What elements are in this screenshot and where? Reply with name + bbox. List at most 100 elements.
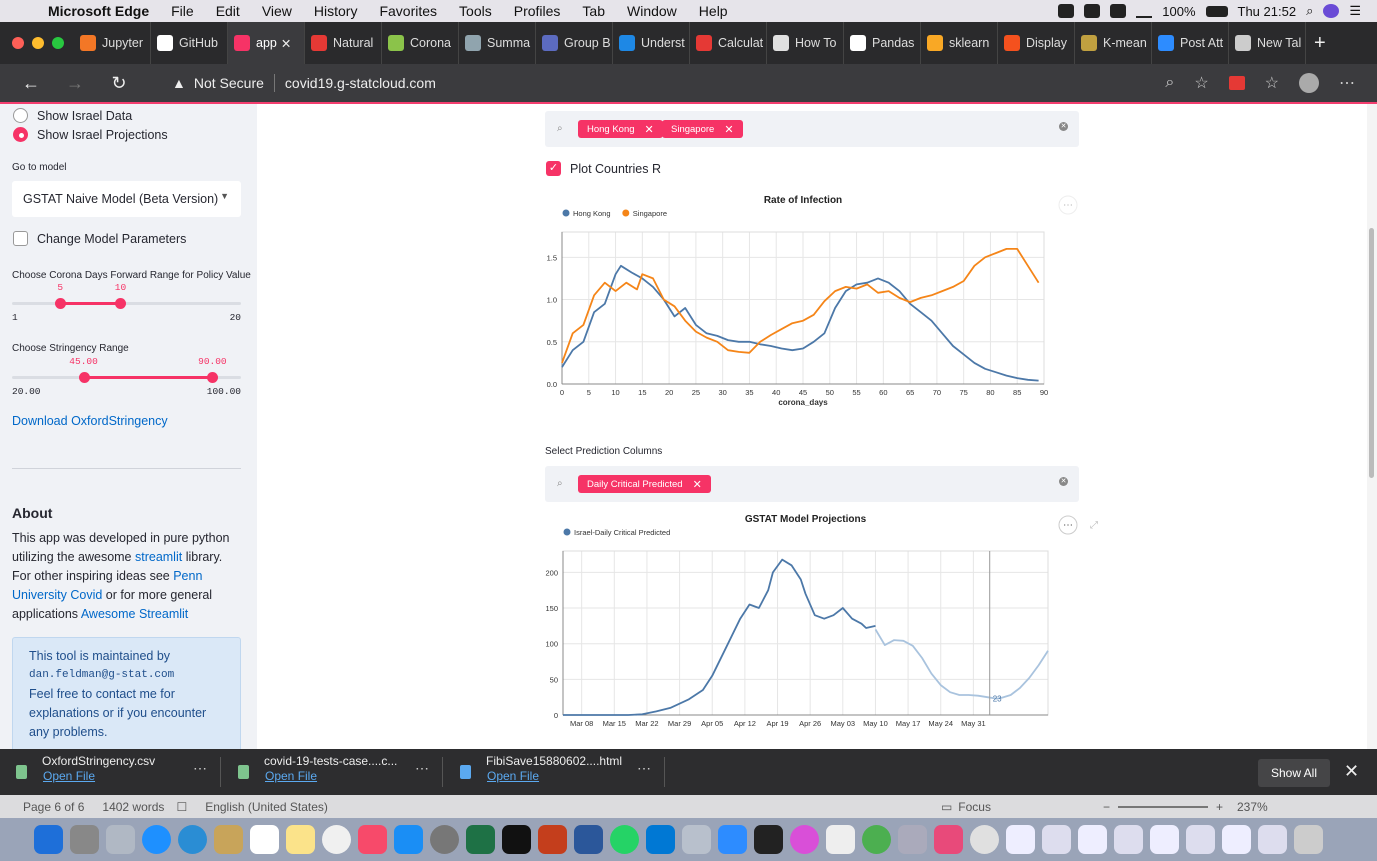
flower-app-icon[interactable]	[790, 825, 819, 854]
tab-k-mean[interactable]: K-mean	[1075, 22, 1152, 64]
tab-natural[interactable]: Natural	[305, 22, 382, 64]
menu-edit[interactable]: Edit	[216, 3, 240, 19]
contacts-icon[interactable]	[214, 825, 243, 854]
slider-high-handle[interactable]	[115, 298, 127, 309]
app-store-icon[interactable]	[394, 825, 423, 854]
new-tab-plus-icon[interactable]: +	[1314, 32, 1326, 55]
window-thumbnail-icon[interactable]	[1006, 825, 1035, 854]
focus-icon[interactable]: ▭	[941, 800, 952, 814]
awesome-streamlit-link[interactable]: Awesome Streamlit	[81, 607, 188, 621]
notification-icon[interactable]	[1110, 4, 1127, 18]
zoom-level[interactable]: 237%	[1237, 800, 1268, 814]
stringency-range-slider[interactable]: 45.00 90.00 20.00 100.00	[12, 356, 241, 397]
tab-new-tal[interactable]: New Tal	[1229, 22, 1306, 64]
favorites-list-icon[interactable]: ☆	[1265, 73, 1279, 93]
chrome-icon[interactable]	[970, 825, 999, 854]
zoom-out-icon[interactable]: −	[1103, 800, 1110, 814]
tab-group-b[interactable]: Group B	[536, 22, 613, 64]
edge-icon[interactable]	[178, 825, 207, 854]
outlook-icon[interactable]	[646, 825, 675, 854]
focus-mode[interactable]: Focus	[958, 800, 991, 814]
minimize-window-icon[interactable]	[32, 37, 44, 49]
days-range-slider[interactable]: 5 10 1 20	[12, 282, 241, 323]
zoom-slider[interactable]	[1117, 805, 1208, 808]
zoom-in-icon[interactable]: +	[1216, 800, 1223, 814]
window-thumbnail-icon[interactable]	[1258, 825, 1287, 854]
window-thumbnail-icon[interactable]	[1222, 825, 1251, 854]
language[interactable]: English (United States)	[205, 800, 328, 814]
more-menu-icon[interactable]: ⋯	[1339, 73, 1355, 93]
spotlight-icon[interactable]: ⌕	[1306, 3, 1313, 19]
battery-icon[interactable]	[1205, 5, 1228, 17]
warning-icon[interactable]: ▲	[172, 75, 186, 91]
menu-tools[interactable]: Tools	[459, 3, 492, 19]
slider-low-handle[interactable]	[78, 372, 90, 383]
whatsapp-icon[interactable]	[610, 825, 639, 854]
proofing-icon[interactable]: ☐	[176, 800, 187, 814]
safari-icon[interactable]	[142, 825, 171, 854]
streamlit-link[interactable]: streamlit	[135, 550, 182, 564]
radio-show-israel-projections[interactable]: Show Israel Projections	[13, 127, 168, 142]
close-downloads-icon[interactable]: ✕	[1344, 761, 1359, 782]
radio-button-selected[interactable]	[13, 127, 28, 142]
wifi-icon[interactable]	[1136, 4, 1153, 18]
more-icon[interactable]: ⋯	[637, 760, 651, 777]
menu-history[interactable]: History	[314, 3, 358, 19]
slider-low-handle[interactable]	[55, 298, 67, 309]
photos-icon[interactable]	[322, 825, 351, 854]
open-file-link[interactable]: Open File	[265, 769, 317, 783]
change-model-parameters-checkbox[interactable]: Change Model Parameters	[13, 231, 186, 246]
scripteditor-icon[interactable]	[898, 825, 927, 854]
tab-underst[interactable]: Underst	[613, 22, 690, 64]
tab-how-to[interactable]: How To	[767, 22, 844, 64]
textedit-icon[interactable]	[826, 825, 855, 854]
control-menu-icon[interactable]: ☰	[1349, 3, 1361, 19]
window-thumbnail-icon[interactable]	[1186, 825, 1215, 854]
radio-show-israel-data[interactable]: Show Israel Data	[13, 108, 132, 123]
open-file-link[interactable]: Open File	[487, 769, 539, 783]
calendar-icon[interactable]	[250, 825, 279, 854]
close-window-icon[interactable]	[12, 37, 24, 49]
siri-icon[interactable]	[1323, 4, 1340, 18]
word-icon[interactable]	[574, 825, 603, 854]
excel-icon[interactable]	[466, 825, 495, 854]
trash-icon[interactable]	[1294, 825, 1323, 854]
tab-github[interactable]: GitHub	[151, 22, 228, 64]
tab-pandas[interactable]: Pandas	[844, 22, 921, 64]
more-icon[interactable]: ⋯	[193, 760, 207, 777]
tab-sklearn[interactable]: sklearn	[921, 22, 998, 64]
maximize-window-icon[interactable]	[52, 37, 64, 49]
zoom-magnifier-icon[interactable]: ⌕	[1165, 74, 1174, 92]
menu-profiles[interactable]: Profiles	[514, 3, 561, 19]
show-all-downloads-button[interactable]: Show All	[1258, 759, 1330, 787]
tab-display[interactable]: Display	[998, 22, 1075, 64]
slider-high-handle[interactable]	[207, 372, 219, 383]
open-file-link[interactable]: Open File	[43, 769, 95, 783]
music-icon[interactable]	[358, 825, 387, 854]
system-preferences-icon[interactable]	[430, 825, 459, 854]
model-select[interactable]: GSTAT Naive Model (Beta Version) ▼	[12, 181, 241, 217]
tab-summa[interactable]: Summa	[459, 22, 536, 64]
preview-icon[interactable]	[106, 825, 135, 854]
zoom-app-icon[interactable]	[718, 825, 747, 854]
folder-app-icon[interactable]	[934, 825, 963, 854]
menu-tab[interactable]: Tab	[582, 3, 605, 19]
menu-view[interactable]: View	[262, 3, 292, 19]
tab-corona[interactable]: Corona	[382, 22, 459, 64]
zoom-icon[interactable]	[1084, 4, 1101, 18]
main-scrollbar[interactable]	[1367, 104, 1377, 749]
powerpoint-icon[interactable]	[538, 825, 567, 854]
menu-help[interactable]: Help	[699, 3, 728, 19]
tab-calculat[interactable]: Calculat	[690, 22, 767, 64]
terminal-icon[interactable]	[502, 825, 531, 854]
favorite-star-icon[interactable]: ☆	[1194, 73, 1208, 93]
window-thumbnail-icon[interactable]	[1042, 825, 1071, 854]
notes-icon[interactable]	[286, 825, 315, 854]
finder-icon[interactable]	[34, 825, 63, 854]
scrollbar-thumb[interactable]	[1369, 228, 1374, 478]
checkbox-unchecked[interactable]	[13, 231, 28, 246]
more-icon[interactable]: ⋯	[415, 760, 429, 777]
tab-jupyter[interactable]: Jupyter	[74, 22, 151, 64]
window-thumbnail-icon[interactable]	[1114, 825, 1143, 854]
security-status[interactable]: Not Secure	[194, 75, 264, 91]
